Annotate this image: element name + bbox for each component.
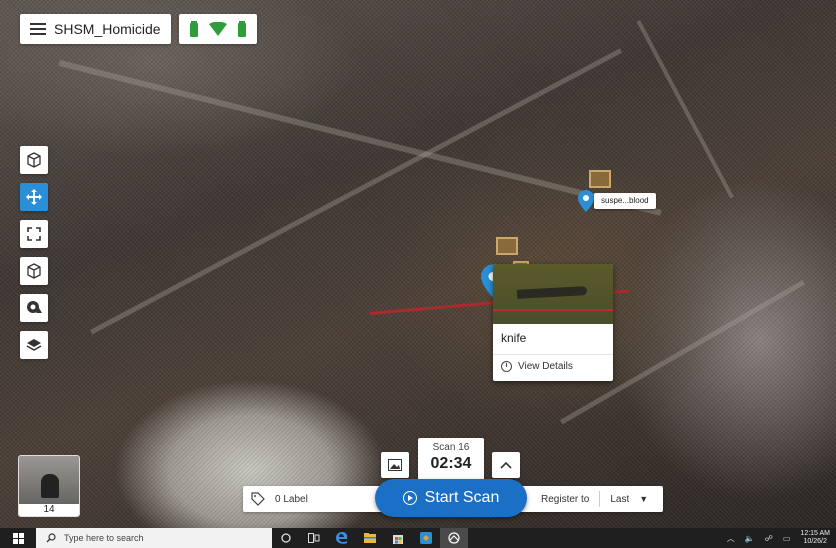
cortana-icon[interactable] — [272, 528, 300, 548]
info-icon: i — [501, 361, 512, 372]
wifi-icon — [208, 22, 227, 36]
location-pin-icon[interactable] — [578, 190, 594, 217]
evidence-tag[interactable]: suspe...blood — [594, 193, 656, 209]
tag-icon — [251, 492, 265, 506]
system-tray: ︿ 🔈 ☍ ▭ 12:15 AM 10/26/2 — [727, 528, 836, 548]
battery-icon — [237, 21, 247, 37]
start-scan-button[interactable]: Start Scan — [375, 479, 527, 517]
scan-count: 14 — [19, 504, 79, 516]
app-screen: SHSM_Homicide suspe...blood knife i View… — [0, 0, 836, 548]
expand-panel-button[interactable] — [492, 452, 520, 478]
eye-icon[interactable] — [20, 294, 48, 322]
dropdown-arrow-icon: ▼ — [639, 494, 649, 504]
evidence-name: knife — [501, 331, 527, 345]
register-selector[interactable]: Register to Last ▼ — [541, 486, 648, 512]
scan-timer: 02:34 — [430, 455, 472, 472]
register-label: Register to — [541, 493, 590, 505]
expand-icon[interactable] — [20, 220, 48, 248]
windows-logo-icon — [12, 532, 24, 544]
evidence-card[interactable]: knife i View Details — [493, 264, 613, 381]
layers-icon[interactable] — [20, 331, 48, 359]
play-icon — [402, 491, 417, 505]
start-scan-label: Start Scan — [424, 489, 500, 506]
top-bar: SHSM_Homicide — [20, 14, 257, 44]
evidence-marker — [496, 237, 518, 255]
file-explorer-icon[interactable] — [356, 528, 384, 548]
scan-app-icon[interactable] — [440, 528, 468, 548]
battery-icon — [189, 21, 199, 37]
chevron-up-icon — [500, 461, 512, 469]
image-icon — [388, 459, 402, 471]
move-icon[interactable] — [20, 183, 48, 211]
image-button[interactable] — [381, 452, 409, 478]
cube-icon[interactable] — [20, 257, 48, 285]
tool-palette — [20, 146, 48, 359]
taskbar-search[interactable]: Type here to search — [36, 528, 272, 548]
scan-info: Scan 16 02:34 — [418, 438, 484, 480]
volume-icon[interactable]: 🔈 — [745, 534, 755, 543]
app-icon[interactable] — [412, 528, 440, 548]
store-icon[interactable] — [384, 528, 412, 548]
windows-start-button[interactable] — [0, 528, 36, 548]
windows-taskbar: Type here to search ︿ 🔈 ☍ ▭ 12:15 AM 10/… — [0, 528, 836, 548]
search-placeholder: Type here to search — [64, 533, 144, 543]
edge-icon[interactable] — [328, 528, 356, 548]
view-details-label: View Details — [518, 361, 573, 372]
search-icon — [46, 533, 56, 543]
hamburger-icon — [30, 23, 46, 35]
project-title: SHSM_Homicide — [54, 21, 161, 37]
evidence-photo — [493, 264, 613, 324]
system-clock[interactable]: 12:15 AM 10/26/2 — [800, 530, 830, 546]
cube-outline-icon[interactable] — [20, 146, 48, 174]
evidence-marker — [589, 170, 611, 188]
scan-thumbnail[interactable]: 14 — [18, 455, 80, 517]
device-status[interactable] — [178, 14, 257, 44]
label-button[interactable]: 0 Label — [251, 486, 308, 512]
keyboard-icon[interactable]: ▭ — [783, 534, 791, 543]
chevron-up-icon[interactable]: ︿ — [727, 533, 735, 544]
register-value: Last — [610, 493, 630, 505]
view-details-link[interactable]: i View Details — [493, 354, 613, 378]
project-menu-button[interactable]: SHSM_Homicide — [20, 14, 171, 44]
label-count: 0 Label — [275, 493, 308, 505]
scan-label: Scan 16 — [432, 442, 470, 453]
task-view-icon[interactable] — [300, 528, 328, 548]
network-icon[interactable]: ☍ — [765, 534, 773, 543]
